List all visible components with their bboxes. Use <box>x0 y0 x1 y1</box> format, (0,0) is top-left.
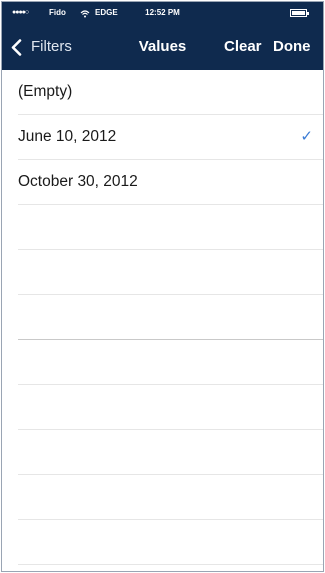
empty-row <box>18 250 323 295</box>
done-button[interactable]: Done <box>273 24 311 70</box>
empty-row <box>18 475 323 520</box>
values-list: (Empty) June 10, 2012 ✓ October 30, 2012 <box>2 70 323 565</box>
checkmark-icon: ✓ <box>300 128 313 145</box>
phone-screen: ●●●●○ Fido EDGE 12:52 PM Filters Values <box>1 1 324 572</box>
list-item-label: October 30, 2012 <box>18 173 138 190</box>
status-bar: ●●●●○ Fido EDGE 12:52 PM <box>2 2 323 24</box>
list-item-october-30-2012[interactable]: October 30, 2012 <box>18 160 323 205</box>
empty-row <box>18 430 323 475</box>
clear-button[interactable]: Clear <box>224 24 262 70</box>
empty-row <box>18 205 323 250</box>
status-time: 12:52 PM <box>145 8 180 17</box>
empty-row <box>18 385 323 430</box>
navigation-bar: Filters Values Clear Done <box>2 24 323 70</box>
empty-row <box>18 295 323 340</box>
list-item-june-10-2012[interactable]: June 10, 2012 ✓ <box>18 115 323 160</box>
top-bar: ●●●●○ Fido EDGE 12:52 PM Filters Values <box>2 2 323 70</box>
list-item-empty[interactable]: (Empty) <box>18 70 323 115</box>
chevron-left-icon <box>11 39 22 56</box>
empty-row <box>18 520 323 565</box>
page-title-text: Values <box>138 38 187 55</box>
empty-row <box>18 340 323 385</box>
list-item-label: (Empty) <box>18 83 73 100</box>
list-item-label: June 10, 2012 <box>18 128 117 145</box>
battery-icon <box>290 9 309 17</box>
back-button-label: Filters <box>31 38 72 55</box>
